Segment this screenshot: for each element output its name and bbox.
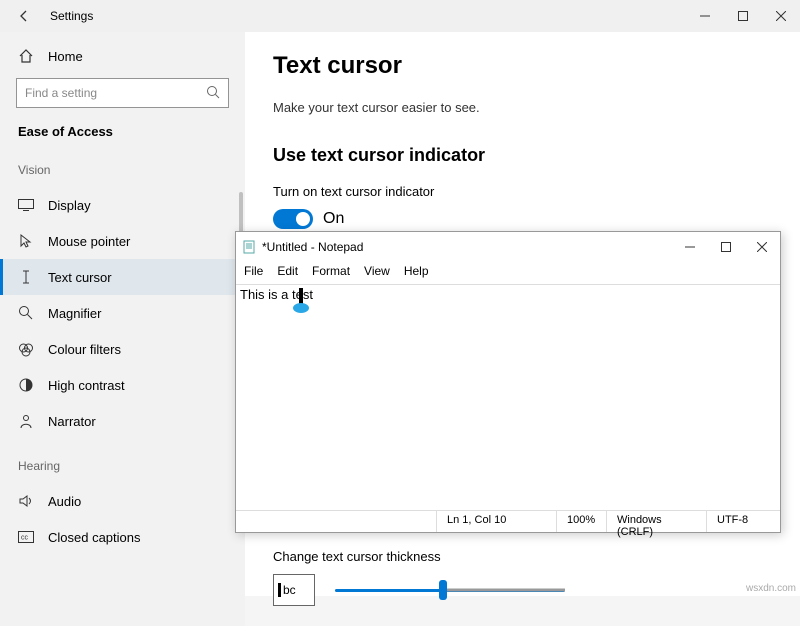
sidebar-item-colour-filters[interactable]: Colour filters <box>0 331 245 367</box>
sidebar-item-label: Magnifier <box>48 306 101 321</box>
minimize-button[interactable] <box>686 0 724 32</box>
sidebar-item-label: High contrast <box>48 378 125 393</box>
toggle-label: Turn on text cursor indicator <box>273 184 772 199</box>
status-lineending: Windows (CRLF) <box>606 511 706 532</box>
notepad-statusbar: Ln 1, Col 10 100% Windows (CRLF) UTF-8 <box>236 510 780 532</box>
search-placeholder: Find a setting <box>25 86 206 100</box>
caret-preview-icon <box>278 583 281 597</box>
high-contrast-icon <box>18 377 34 393</box>
text-cursor-icon <box>18 269 34 285</box>
closed-captions-icon: cc <box>18 529 34 545</box>
toggle-state: On <box>323 210 344 228</box>
menu-format[interactable]: Format <box>312 264 350 278</box>
text-cursor-indicator-icon <box>292 288 310 319</box>
minimize-icon <box>700 11 710 21</box>
page-title: Text cursor <box>273 52 772 80</box>
magnifier-icon <box>18 305 34 321</box>
close-icon <box>776 11 786 21</box>
maximize-button[interactable] <box>724 0 762 32</box>
section-title: Ease of Access <box>0 118 245 159</box>
status-spacer <box>236 511 436 532</box>
home-icon <box>18 48 34 64</box>
toggle-row: On <box>273 209 772 229</box>
close-button[interactable] <box>762 0 800 32</box>
sidebar-item-text-cursor[interactable]: Text cursor <box>0 259 245 295</box>
notepad-window: *Untitled - Notepad File Edit Format Vie… <box>235 231 781 533</box>
maximize-icon <box>738 11 748 21</box>
page-subtitle: Make your text cursor easier to see. <box>273 100 772 115</box>
notepad-title: *Untitled - Notepad <box>262 240 363 254</box>
window-controls <box>686 0 800 32</box>
sidebar-item-label: Text cursor <box>48 270 112 285</box>
sidebar-item-closed-captions[interactable]: cc Closed captions <box>0 519 245 555</box>
status-zoom: 100% <box>556 511 606 532</box>
sidebar-item-label: Narrator <box>48 414 96 429</box>
sidebar-item-high-contrast[interactable]: High contrast <box>0 367 245 403</box>
notepad-minimize-button[interactable] <box>672 232 708 262</box>
display-icon <box>18 197 34 213</box>
home-nav[interactable]: Home <box>0 40 245 72</box>
menu-file[interactable]: File <box>244 264 263 278</box>
sidebar-item-display[interactable]: Display <box>0 187 245 223</box>
colour-filters-icon <box>18 341 34 357</box>
svg-text:cc: cc <box>21 535 29 542</box>
thickness-slider[interactable] <box>335 578 565 602</box>
sidebar-item-magnifier[interactable]: Magnifier <box>0 295 245 331</box>
notepad-maximize-button[interactable] <box>708 232 744 262</box>
home-label: Home <box>48 49 83 64</box>
back-arrow-icon <box>17 9 31 23</box>
group-hearing: Hearing <box>0 439 245 483</box>
notepad-textarea[interactable]: This is a test <box>236 284 780 510</box>
section-heading: Use text cursor indicator <box>273 145 772 166</box>
thickness-preview: bc <box>273 574 315 606</box>
pointer-icon <box>18 233 34 249</box>
narrator-icon <box>18 413 34 429</box>
sidebar-item-label: Audio <box>48 494 81 509</box>
status-encoding: UTF-8 <box>706 511 780 532</box>
menu-edit[interactable]: Edit <box>277 264 298 278</box>
thickness-label: Change text cursor thickness <box>273 549 772 564</box>
back-button[interactable] <box>6 0 42 32</box>
slider-track <box>335 589 565 592</box>
search-input[interactable]: Find a setting <box>16 78 229 108</box>
sidebar-item-label: Display <box>48 198 91 213</box>
sidebar-item-narrator[interactable]: Narrator <box>0 403 245 439</box>
group-vision: Vision <box>0 159 245 187</box>
search-icon <box>206 85 220 102</box>
titlebar: Settings <box>0 0 800 32</box>
notepad-menubar: File Edit Format View Help <box>236 262 780 284</box>
notepad-window-controls <box>672 232 780 262</box>
notepad-icon <box>242 240 256 254</box>
close-icon <box>757 242 767 252</box>
thickness-row: bc <box>273 574 772 606</box>
maximize-icon <box>721 242 731 252</box>
menu-view[interactable]: View <box>364 264 390 278</box>
notepad-titlebar: *Untitled - Notepad <box>236 232 780 262</box>
toggle-switch[interactable] <box>273 209 313 229</box>
status-position: Ln 1, Col 10 <box>436 511 556 532</box>
sidebar-item-label: Closed captions <box>48 530 141 545</box>
sidebar: Home Find a setting Ease of Access Visio… <box>0 32 245 626</box>
slider-thumb[interactable] <box>439 580 447 600</box>
notepad-close-button[interactable] <box>744 232 780 262</box>
minimize-icon <box>685 242 695 252</box>
sidebar-item-audio[interactable]: Audio <box>0 483 245 519</box>
watermark: wsxdn.com <box>746 583 796 594</box>
audio-icon <box>18 493 34 509</box>
window-title: Settings <box>50 9 93 23</box>
menu-help[interactable]: Help <box>404 264 429 278</box>
sidebar-item-mouse-pointer[interactable]: Mouse pointer <box>0 223 245 259</box>
sidebar-item-label: Colour filters <box>48 342 121 357</box>
sidebar-item-label: Mouse pointer <box>48 234 130 249</box>
preview-text: bc <box>283 583 296 597</box>
